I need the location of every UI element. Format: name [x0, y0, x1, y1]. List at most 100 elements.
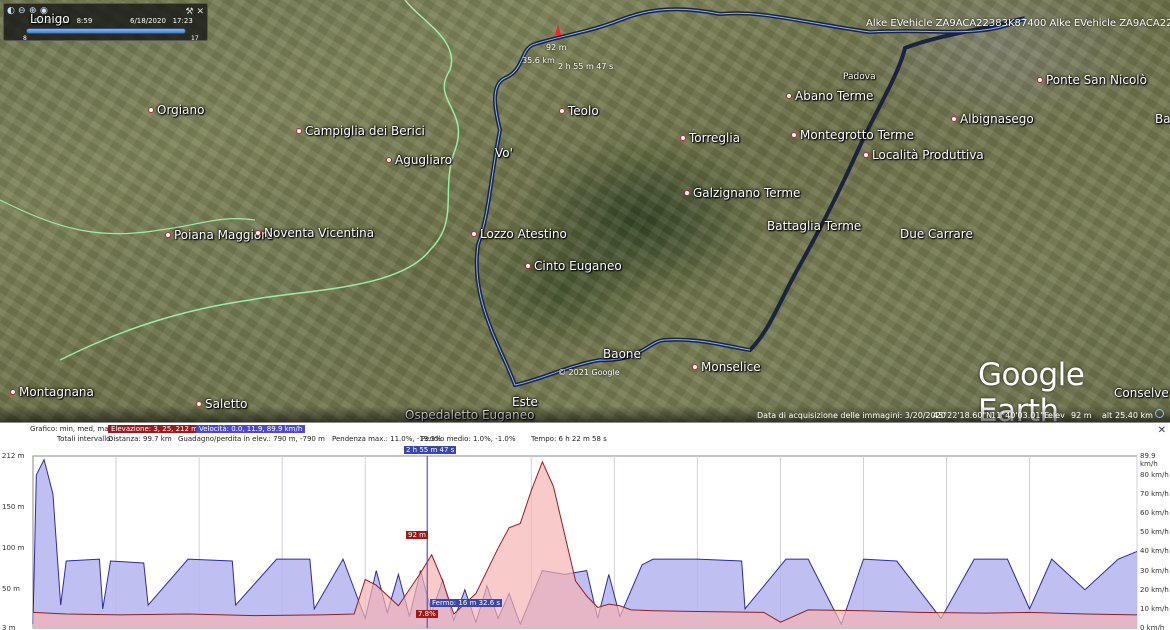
place-label[interactable]: Noventa Vicentina [255, 226, 374, 240]
place-label[interactable]: Località Produttiva [863, 148, 984, 162]
place-pin-icon [684, 190, 690, 196]
latitude: 45°22'18.60"N [933, 411, 993, 420]
place-label[interactable]: Teolo [559, 104, 599, 118]
place-pin-icon [296, 128, 302, 134]
stats-line-2: Totali intervallo: Distanza: 99.7 km Gua… [0, 434, 1170, 444]
place-name: Montegrotto Terme [800, 128, 915, 142]
time-end: 6/18/2020 17:23 [130, 17, 193, 25]
cursor-time-flag: 2 h 55 m 47 s [404, 446, 457, 454]
zoom-out-icon[interactable]: ⊖ [18, 7, 26, 16]
place-label[interactable]: Orgiano [148, 103, 204, 117]
y-left-tick: 50 m [2, 585, 20, 594]
cursor-slope-flag: 7.8% [416, 610, 438, 618]
place-label[interactable]: Bag [1155, 112, 1170, 126]
place-name: Cinto Euganeo [534, 259, 622, 273]
place-label[interactable]: Battaglia Terme [767, 219, 861, 233]
elev-gain-loss: Guadagno/perdita in elev.: 790 m, -790 m [178, 435, 325, 443]
place-name: Albignasego [960, 112, 1034, 126]
place-pin-icon [692, 364, 698, 370]
y-right-tick: 70 km/h [1140, 490, 1169, 499]
place-name: Battaglia Terme [767, 219, 862, 233]
place-name: Vo' [495, 146, 513, 160]
y-right-tick: 30 km/h [1140, 566, 1169, 575]
place-name: Montagnana [19, 385, 94, 399]
place-name: Lonigo [30, 12, 70, 26]
stop-flag: Fermo: 16 m 32.6 s [430, 599, 503, 607]
stats-line-1: Grafico: min, med, max: Elevazione: 3, 2… [0, 424, 1170, 436]
total-time: Tempo: 6 h 22 m 58 s [531, 435, 607, 443]
place-label[interactable]: Montagnana [10, 385, 94, 399]
place-label[interactable]: Monselice [692, 360, 761, 374]
time-left-label: 8 [23, 35, 27, 42]
place-label[interactable]: Campiglia dei Berici [296, 124, 425, 138]
place-name: Campiglia dei Berici [305, 124, 425, 138]
legend-elevation[interactable]: Elevazione: 3, 25, 212 m [108, 425, 202, 433]
y-left-tick: 3 m [2, 624, 16, 630]
place-pin-icon [386, 157, 392, 163]
totals-label: Totali intervallo: [57, 435, 113, 443]
globe-icon[interactable]: ◐ [7, 7, 15, 16]
place-pin-icon [863, 152, 869, 158]
place-name: Agugliaro [395, 153, 453, 167]
place-pin-icon [525, 263, 531, 269]
place-label[interactable]: Torreglia [680, 131, 740, 145]
place-name: Due Carrare [900, 227, 973, 241]
legend-speed[interactable]: Velocità: 0.0, 11.9, 89.9 km/h [196, 425, 306, 433]
y-right-tick: 0 km/h [1140, 624, 1165, 630]
acquisition-date: Data di acquisizione delle immagini: 3/2… [757, 411, 946, 420]
elevation-profile-panel: Grafico: min, med, max: Elevazione: 3, 2… [0, 422, 1170, 630]
place-label[interactable]: Lonigo [30, 12, 70, 26]
place-label[interactable]: Due Carrare [900, 227, 973, 241]
place-name: Abano Terme [795, 89, 874, 103]
place-label[interactable]: Cinto Euganeo [525, 259, 622, 273]
place-label[interactable]: Vo' [495, 146, 513, 160]
place-label[interactable]: Albignasego [951, 112, 1034, 126]
status-globe-icon[interactable] [1155, 409, 1164, 418]
y-right-tick: 20 km/h [1140, 585, 1169, 594]
place-name: Padova [843, 72, 876, 82]
y-right-tick: 60 km/h [1140, 509, 1169, 518]
avg-slope: Pendio medio: 1.0%, -1.0% [421, 435, 516, 443]
place-name: Monselice [701, 360, 761, 374]
place-label[interactable]: Montegrotto Terme [791, 128, 914, 142]
time-range-track[interactable] [26, 28, 186, 34]
place-label[interactable]: Baone [603, 347, 641, 361]
y-left-tick: 212 m [2, 452, 25, 460]
place-label[interactable]: Abano Terme [786, 89, 873, 103]
place-name: Località Produttiva [872, 148, 984, 162]
alt-value: 25.40 km [1115, 411, 1153, 420]
profile-chart[interactable] [0, 445, 1170, 630]
y-right-tick: 10 km/h [1140, 604, 1169, 613]
province-boundary [59, 0, 460, 361]
place-label[interactable]: Padova [843, 72, 876, 82]
place-name: Lozzo Atestino [480, 227, 567, 241]
place-pin-icon [255, 230, 261, 236]
alt-label: alt [1102, 411, 1113, 420]
place-label[interactable]: Galzignano Terme [684, 186, 800, 200]
place-name: Ponte San Nicolò [1046, 73, 1147, 87]
elev-label: elev [1048, 411, 1065, 420]
stats-label: Grafico: min, med, max: [30, 425, 115, 433]
time-right-label: 17 [191, 35, 199, 42]
place-pin-icon [10, 389, 16, 395]
place-label[interactable]: Agugliaro [386, 153, 452, 167]
y-right-tick: 89.9 km/h [1140, 452, 1158, 468]
position-marker[interactable] [555, 24, 561, 35]
y-left-tick: 100 m [2, 544, 25, 553]
longitude: 11°40'03.01"E [991, 411, 1050, 420]
copyright: © 2021 Google [558, 368, 620, 377]
place-name: Galzignano Terme [693, 186, 801, 200]
place-pin-icon [165, 232, 171, 238]
marker-time: 2 h 55 m 47 s [558, 62, 614, 71]
place-label[interactable]: Lozzo Atestino [471, 227, 567, 241]
map-view[interactable]: ◐ ⊖ ⊕ ◉ 6/18/2020 8:59 6/18/2020 17:23 8… [0, 0, 1170, 422]
y-right-tick: 50 km/h [1140, 528, 1169, 537]
wrench-icon[interactable]: ⚒ ✕ [186, 7, 204, 17]
marker-distance: 35.6 km [522, 56, 555, 65]
place-name: Bag [1155, 112, 1170, 126]
place-pin-icon [951, 116, 957, 122]
y-left-tick: 150 m [2, 503, 25, 512]
place-pin-icon [1037, 77, 1043, 83]
vehicle-labels: Alke EVehicle ZA9ACA22383K87400 Alke EVe… [866, 18, 1170, 29]
place-label[interactable]: Ponte San Nicolò [1037, 73, 1147, 87]
